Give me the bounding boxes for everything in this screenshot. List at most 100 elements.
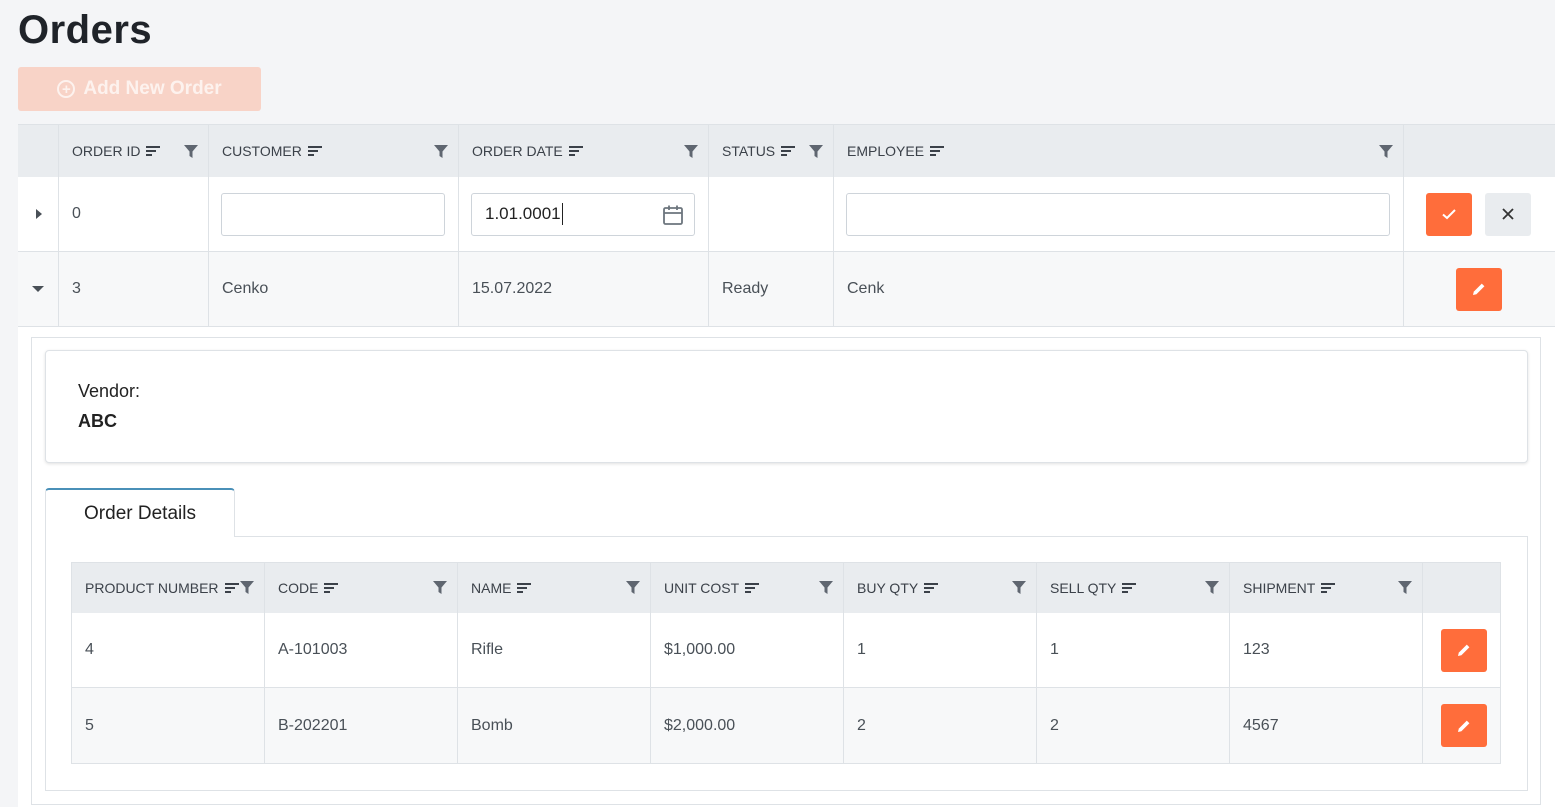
edit-button[interactable] [1456, 267, 1502, 311]
filter-icon[interactable] [684, 145, 698, 159]
filter-icon[interactable] [1398, 581, 1412, 595]
status-value: Ready [722, 280, 769, 297]
sort-icon[interactable] [224, 582, 239, 594]
table-row[interactable]: 4 A-101003 Rifle $1,000.00 1 1 123 [72, 613, 1500, 688]
buy-qty-cell: 2 [844, 688, 1037, 763]
header-employee-label: EMPLOYEE [847, 143, 925, 159]
edit-button[interactable] [1441, 704, 1487, 747]
plus-circle-icon: + [57, 80, 76, 98]
header-code[interactable]: CODE [265, 563, 458, 613]
product-number-value: 4 [85, 641, 94, 658]
header-order-date[interactable]: ORDER DATE [459, 125, 709, 177]
code-value: B-202201 [278, 716, 348, 734]
vendor-value: ABC [78, 411, 117, 431]
filter-icon[interactable] [433, 581, 447, 595]
sort-icon[interactable] [924, 582, 939, 594]
header-buy-qty-label: BUY QTY [857, 580, 919, 596]
header-unit-cost[interactable]: UNIT COST [651, 563, 844, 613]
sort-icon[interactable] [745, 582, 760, 594]
header-buy-qty[interactable]: BUY QTY [844, 563, 1037, 613]
header-unit-cost-label: UNIT COST [664, 580, 740, 596]
order-date-value: 15.07.2022 [472, 280, 553, 297]
filter-icon[interactable] [240, 581, 254, 595]
header-status-label: STATUS [722, 143, 776, 159]
vendor-label: Vendor: [78, 381, 141, 401]
customer-value: Cenko [222, 280, 269, 297]
table-row[interactable]: 5 B-202201 Bomb $2,000.00 2 2 4567 [72, 688, 1500, 763]
sort-icon[interactable] [930, 145, 945, 157]
order-id-cell: 0 [59, 177, 209, 251]
sort-icon[interactable] [307, 145, 322, 157]
save-button[interactable] [1426, 192, 1472, 236]
orders-grid: ORDER ID CUSTOMER ORDER DATE STATUS EMPL… [18, 124, 1555, 807]
edit-actions-cell [1404, 177, 1555, 251]
calendar-icon[interactable] [662, 204, 684, 226]
shipment-value: 4567 [1243, 716, 1279, 734]
expand-cell[interactable] [18, 252, 59, 326]
sort-icon[interactable] [568, 145, 583, 157]
filter-icon[interactable] [1205, 581, 1219, 595]
name-cell: Rifle [458, 613, 651, 687]
status-cell: Ready [709, 252, 834, 326]
sort-icon[interactable] [146, 145, 161, 157]
unit-cost-value: $1,000.00 [664, 641, 736, 658]
header-detail-actions [1423, 563, 1500, 613]
filter-icon[interactable] [809, 145, 823, 159]
order-details-grid: PRODUCT NUMBER CODE NAME UNIT COST BUY Q… [71, 562, 1501, 764]
header-product-number-label: PRODUCT NUMBER [85, 580, 219, 596]
header-expand-col [18, 125, 59, 177]
sort-icon[interactable] [324, 582, 339, 594]
caret-right-icon[interactable] [36, 209, 42, 219]
shipment-value: 123 [1243, 641, 1270, 658]
header-name[interactable]: NAME [458, 563, 651, 613]
product-number-value: 5 [85, 716, 94, 734]
filter-icon[interactable] [184, 145, 198, 159]
sort-icon[interactable] [1122, 582, 1137, 594]
customer-cell: Cenko [209, 252, 459, 326]
employee-input[interactable] [846, 192, 1390, 236]
filter-icon[interactable] [819, 581, 833, 595]
header-order-id[interactable]: ORDER ID [59, 125, 209, 177]
expand-cell[interactable] [18, 177, 59, 251]
cancel-button[interactable] [1485, 192, 1531, 236]
header-customer-label: CUSTOMER [222, 143, 302, 159]
add-new-order-button[interactable]: + Add New Order [18, 67, 261, 111]
filter-icon[interactable] [626, 581, 640, 595]
unit-cost-value: $2,000.00 [664, 716, 736, 734]
header-customer[interactable]: CUSTOMER [209, 125, 459, 177]
caret-down-icon[interactable] [32, 286, 44, 292]
header-shipment-label: SHIPMENT [1243, 580, 1316, 596]
code-value: A-101003 [278, 641, 348, 658]
pencil-icon [1458, 720, 1470, 732]
status-edit-cell [709, 177, 834, 251]
customer-input[interactable] [221, 192, 445, 236]
filter-icon[interactable] [1012, 581, 1026, 595]
order-date-input[interactable]: 1.01.0001 [471, 192, 695, 236]
page-title: Orders [18, 8, 153, 52]
table-row[interactable]: 3 Cenko 15.07.2022 Ready Cenk [18, 252, 1555, 327]
filter-icon[interactable] [1379, 145, 1393, 159]
header-sell-qty-label: SELL QTY [1050, 580, 1117, 596]
order-id-value: 0 [72, 205, 81, 222]
buy-qty-value: 2 [857, 716, 866, 734]
header-status[interactable]: STATUS [709, 125, 834, 177]
unit-cost-cell: $1,000.00 [651, 613, 844, 687]
shipment-cell: 4567 [1230, 688, 1423, 763]
sell-qty-value: 2 [1050, 716, 1059, 734]
header-shipment[interactable]: SHIPMENT [1230, 563, 1423, 613]
sort-icon[interactable] [517, 582, 532, 594]
employee-value: Cenk [847, 280, 885, 297]
sell-qty-cell: 1 [1037, 613, 1230, 687]
edit-button[interactable] [1441, 628, 1487, 672]
sort-icon[interactable] [1321, 582, 1336, 594]
employee-cell: Cenk [834, 252, 1404, 326]
header-product-number[interactable]: PRODUCT NUMBER [72, 563, 265, 613]
code-cell: A-101003 [265, 613, 458, 687]
order-date-cell: 15.07.2022 [459, 252, 709, 326]
tab-order-details[interactable]: Order Details [45, 488, 235, 537]
header-sell-qty[interactable]: SELL QTY [1037, 563, 1230, 613]
header-employee[interactable]: EMPLOYEE [834, 125, 1404, 177]
filter-icon[interactable] [434, 145, 448, 159]
add-new-order-label: Add New Order [83, 78, 222, 99]
sort-icon[interactable] [781, 145, 796, 157]
